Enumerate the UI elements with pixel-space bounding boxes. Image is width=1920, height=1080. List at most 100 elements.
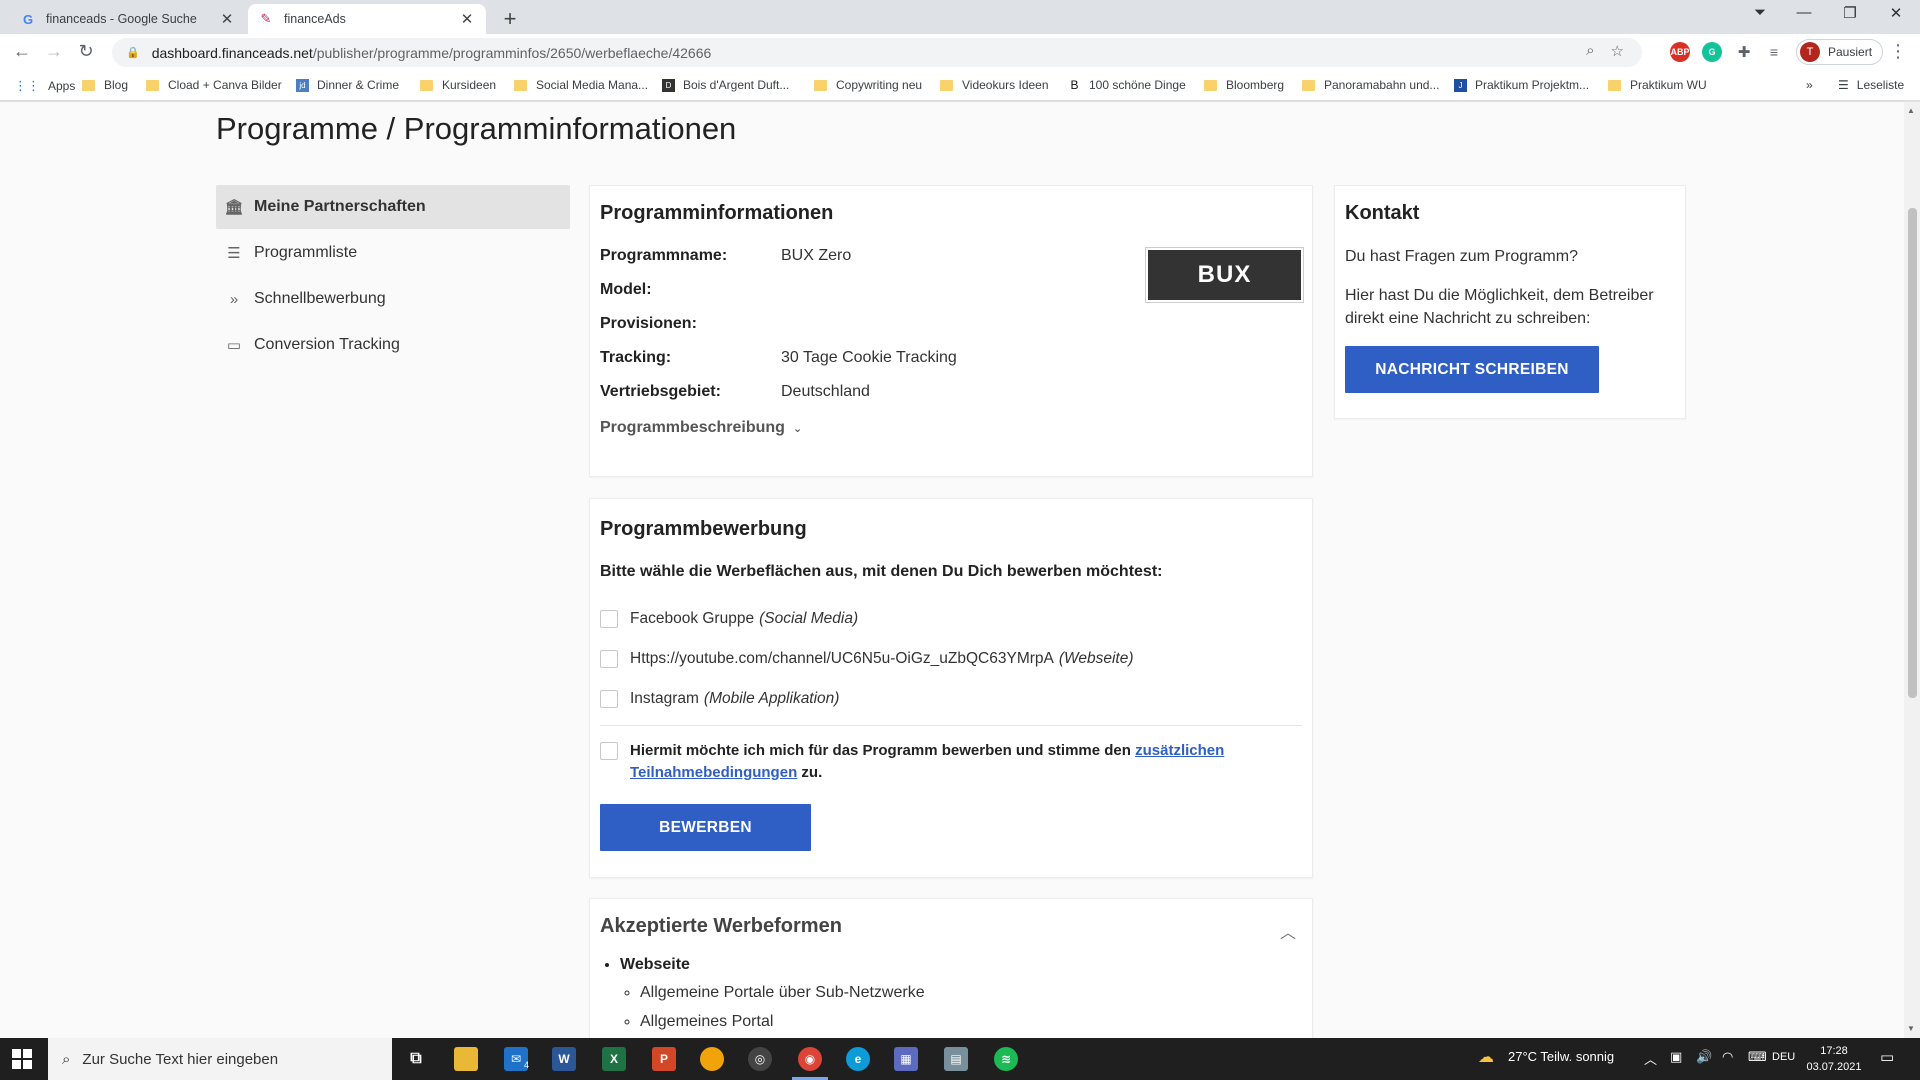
adspace-checkbox[interactable] xyxy=(600,610,618,628)
forward-icon[interactable]: → xyxy=(42,41,66,62)
windows-start-icon[interactable] xyxy=(12,1049,32,1069)
tray-chevron-icon[interactable]: ︿ xyxy=(1644,1049,1657,1068)
back-icon[interactable]: ← xyxy=(10,41,34,62)
adspace-option[interactable]: Facebook Gruppe (Social Media) xyxy=(600,599,1302,639)
app-icon[interactable]: ◎ xyxy=(748,1047,772,1071)
info-row: Vertriebsgebiet: Deutschland xyxy=(600,375,1302,409)
tab-financeads[interactable]: ✎ financeAds ✕ xyxy=(248,4,486,34)
bookmark-apps[interactable]: ⋮⋮ Apps xyxy=(14,78,75,94)
adspace-checkbox[interactable] xyxy=(600,690,618,708)
browser-menu-icon[interactable]: ⋮ xyxy=(1886,41,1910,62)
task-view-icon[interactable]: ⧉ xyxy=(404,1047,428,1071)
tab-google-search[interactable]: G financeads - Google Suche ✕ xyxy=(10,4,246,34)
tab-search-icon[interactable]: ⏷ xyxy=(1748,4,1772,21)
zoom-icon[interactable]: ⌕ xyxy=(1586,42,1594,60)
list-item: Allgemeines Portal xyxy=(640,1007,1302,1036)
app-icon[interactable] xyxy=(700,1047,724,1071)
sidebar-item-conversion-tracking[interactable]: ▭ Conversion Tracking xyxy=(216,323,570,367)
profile-button[interactable]: T Pausiert xyxy=(1796,39,1884,65)
edge-icon[interactable]: e xyxy=(846,1047,870,1071)
extensions-icon[interactable]: ✚ xyxy=(1734,42,1754,62)
keyboard-icon[interactable]: ⌨ xyxy=(1748,1049,1767,1065)
bookmark-item[interactable]: D Bois d'Argent Duft... xyxy=(662,78,789,92)
terms-checkbox[interactable] xyxy=(600,742,618,760)
sidebar-item-program-list[interactable]: ☰ Programmliste xyxy=(216,231,570,275)
calculator-icon[interactable]: ▤ xyxy=(944,1047,968,1071)
bookmark-item[interactable]: jd Dinner & Crime xyxy=(296,78,399,92)
bookmark-item[interactable]: Bloomberg xyxy=(1204,78,1284,92)
reading-list-button[interactable]: ☰ Leseliste xyxy=(1838,78,1904,92)
terms-consent: Hiermit möchte ich mich für das Programm… xyxy=(600,740,1302,784)
language-indicator[interactable]: DEU xyxy=(1772,1051,1795,1063)
bookmark-item[interactable]: Praktikum WU xyxy=(1608,78,1707,92)
adspace-option[interactable]: Https://youtube.com/channel/UC6N5u-OiGz_… xyxy=(600,639,1302,679)
write-message-button[interactable]: NACHRICHT SCHREIBEN xyxy=(1345,346,1599,393)
powerpoint-icon[interactable]: P xyxy=(652,1047,676,1071)
taskbar-clock[interactable]: 17:28 03.07.2021 xyxy=(1804,1043,1864,1075)
browser-toolbar: ← → ↻ 🔒 dashboard.financeads.net/publish… xyxy=(0,34,1920,71)
bookmark-item[interactable]: Cload + Canva Bilder xyxy=(146,78,282,92)
clock-time: 17:28 xyxy=(1820,1045,1848,1057)
weather-icon[interactable]: ☁ xyxy=(1478,1047,1494,1067)
network-icon[interactable]: ◠ xyxy=(1722,1049,1733,1065)
more-bookmarks-icon[interactable]: » xyxy=(1806,78,1813,92)
adspace-checkbox[interactable] xyxy=(600,650,618,668)
address-bar[interactable]: 🔒 dashboard.financeads.net/publisher/pro… xyxy=(112,38,1642,67)
grammarly-icon[interactable]: G xyxy=(1702,42,1722,62)
file-explorer-icon[interactable] xyxy=(454,1047,478,1071)
bookmark-item[interactable]: Copywriting neu xyxy=(814,78,922,92)
sidebar-item-quick-apply[interactable]: » Schnellbewerbung xyxy=(216,277,570,321)
reload-icon[interactable]: ↻ xyxy=(74,41,98,62)
meet-now-icon[interactable]: ▣ xyxy=(1670,1049,1682,1065)
media-control-icon[interactable]: ≡ xyxy=(1764,42,1784,62)
volume-icon[interactable]: 🔊 xyxy=(1696,1049,1712,1065)
bookmark-item[interactable]: J Praktikum Projektm... xyxy=(1454,78,1589,92)
lock-icon[interactable]: 🔒 xyxy=(126,46,140,59)
accepted-forms-list: Webseite Allgemeine Portale über Sub-Net… xyxy=(600,952,1302,1036)
notifications-icon[interactable]: ▭ xyxy=(1880,1048,1894,1066)
minimize-icon[interactable]: — xyxy=(1792,4,1816,21)
bookmark-item[interactable]: Social Media Mana... xyxy=(514,78,648,92)
word-icon[interactable]: W xyxy=(552,1047,576,1071)
bookmark-item[interactable]: Kursideen xyxy=(420,78,496,92)
scrollbar-thumb[interactable] xyxy=(1908,208,1917,698)
bookmark-item[interactable]: Blog xyxy=(82,78,128,92)
taskbar-search[interactable]: ⌕ Zur Suche Text hier eingeben xyxy=(48,1038,392,1080)
bookmark-item[interactable]: Panoramabahn und... xyxy=(1302,78,1439,92)
new-tab-icon[interactable]: + xyxy=(498,6,522,32)
adspace-name: Https://youtube.com/channel/UC6N5u-OiGz_… xyxy=(630,650,1054,667)
site-icon: jd xyxy=(296,78,309,92)
program-info-heading: Programminformationen xyxy=(600,202,834,224)
site-icon: D xyxy=(662,78,675,92)
search-icon: ⌕ xyxy=(62,1050,71,1068)
scroll-up-icon[interactable]: ▲ xyxy=(1907,106,1915,115)
excel-icon[interactable]: X xyxy=(602,1047,626,1071)
bookmark-item[interactable]: Videokurs Ideen xyxy=(940,78,1049,92)
weather-text[interactable]: 27°C Teilw. sonnig xyxy=(1508,1049,1614,1064)
site-icon: B xyxy=(1068,78,1081,92)
close-icon[interactable]: ✕ xyxy=(458,10,476,28)
tab-strip: G financeads - Google Suche ✕ ✎ financeA… xyxy=(0,0,1920,34)
chevron-up-icon[interactable]: ︿ xyxy=(1280,919,1296,943)
bookmark-item[interactable]: B 100 schöne Dinge xyxy=(1068,78,1186,92)
scroll-down-icon[interactable]: ▼ xyxy=(1907,1024,1915,1033)
restore-icon[interactable]: ❐ xyxy=(1838,4,1862,22)
spotify-icon[interactable]: ≋ xyxy=(994,1047,1018,1071)
sidebar-item-label: Meine Partnerschaften xyxy=(254,198,426,215)
reading-list-icon: ☰ xyxy=(1838,78,1849,92)
adblock-icon[interactable]: ABP xyxy=(1670,42,1690,62)
app-icon[interactable]: ▦ xyxy=(894,1047,918,1071)
close-icon[interactable]: ✕ xyxy=(218,10,236,28)
program-description-toggle[interactable]: Programmbeschreibung ⌄ xyxy=(600,419,802,437)
accepted-forms-heading: Akzeptierte Werbeformen xyxy=(600,915,842,937)
financeads-icon: ✎ xyxy=(260,11,272,26)
list-item: Webseite Allgemeine Portale über Sub-Net… xyxy=(620,952,1302,1036)
contact-heading: Kontakt xyxy=(1345,202,1420,224)
adspace-option[interactable]: Instagram (Mobile Applikation) xyxy=(600,679,1302,719)
chrome-icon[interactable]: ◉ xyxy=(798,1047,822,1071)
sidebar-item-partnerships[interactable]: 🏛 Meine Partnerschaften xyxy=(216,185,570,229)
page-scrollbar[interactable]: ▲ ▼ xyxy=(1904,102,1920,1038)
window-close-icon[interactable]: ✕ xyxy=(1884,4,1908,22)
bookmark-star-icon[interactable]: ☆ xyxy=(1611,42,1624,60)
apply-button[interactable]: BEWERBEN xyxy=(600,804,811,851)
